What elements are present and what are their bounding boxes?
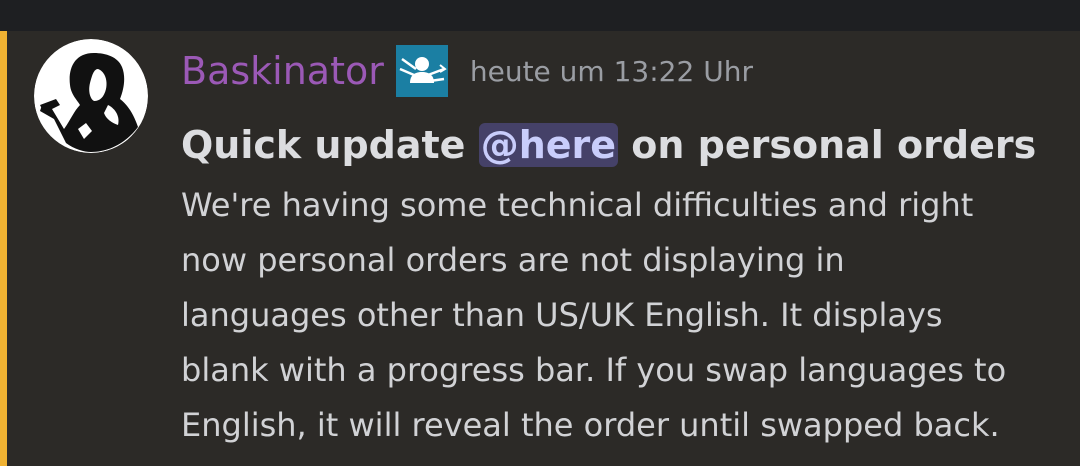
message-body: We're having some technical difficulties… bbox=[181, 178, 1071, 453]
avatar[interactable] bbox=[34, 39, 148, 153]
title-text-after: on personal orders bbox=[618, 123, 1037, 167]
here-mention[interactable]: @here bbox=[478, 123, 619, 167]
highlight-accent-bar bbox=[0, 31, 7, 466]
message-body-line: languages other than US/UK English. It d… bbox=[181, 296, 943, 334]
username[interactable]: Baskinator bbox=[181, 49, 384, 93]
message-body-line: blank with a progress bar. If you swap l… bbox=[181, 351, 1007, 389]
message-title: Quick update @here on personal orders bbox=[181, 118, 1036, 172]
message-timestamp[interactable]: heute um 13:22 Uhr bbox=[470, 55, 753, 88]
message-body-line: now personal orders are not displaying i… bbox=[181, 241, 845, 279]
message-body-line: English, it will reveal the order until … bbox=[181, 406, 1000, 444]
top-bar bbox=[0, 0, 1080, 31]
message-body-line: We're having some technical difficulties… bbox=[181, 186, 974, 224]
message-header: Baskinator heute um 13:22 Uhr bbox=[181, 44, 753, 98]
title-text-before: Quick update bbox=[181, 123, 479, 167]
role-badge-icon[interactable] bbox=[395, 45, 448, 97]
avatar-image bbox=[34, 39, 148, 153]
role-badge-graphic bbox=[395, 45, 448, 97]
